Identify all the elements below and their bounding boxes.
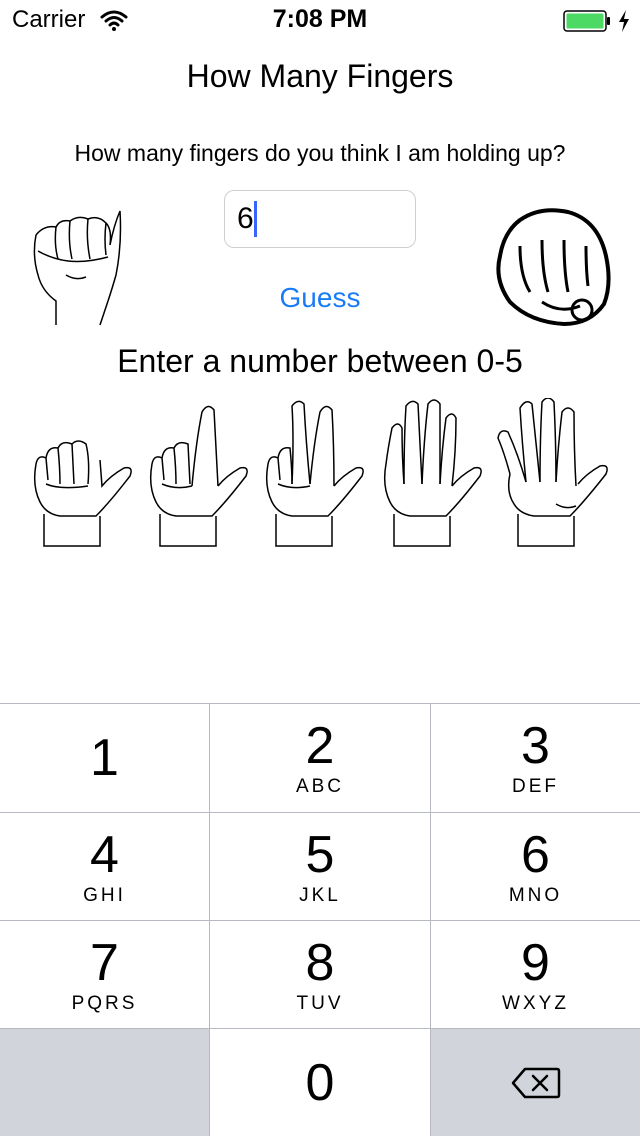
key-3[interactable]: 3 DEF <box>431 703 640 812</box>
charging-bolt-icon <box>617 9 631 33</box>
key-digit: 6 <box>521 826 550 884</box>
guess-button[interactable]: Guess <box>260 276 380 320</box>
question-label: How many fingers do you think I am holdi… <box>74 140 566 166</box>
raised-fist-icon <box>26 205 122 327</box>
key-digit: 3 <box>521 717 550 775</box>
number-keypad: 1 2 ABC 3 DEF 4 GHI 5 JKL 6 MNO 7 PQRS 8… <box>0 703 640 1136</box>
hand-two-fingers-icon <box>146 402 250 548</box>
key-9[interactable]: 9 WXYZ <box>431 920 640 1028</box>
key-letters: TUV <box>296 993 344 1014</box>
key-2[interactable]: 2 ABC <box>210 703 431 812</box>
key-digit: 4 <box>90 826 119 884</box>
key-1[interactable]: 1 <box>0 703 210 812</box>
key-digit: 5 <box>305 826 335 884</box>
page-title: How Many Fingers <box>186 58 454 94</box>
key-digit: 9 <box>521 934 550 992</box>
key-letters: DEF <box>512 776 559 797</box>
key-letters: JKL <box>299 885 341 906</box>
status-time: 7:08 PM <box>272 5 368 33</box>
hand-four-fingers-icon <box>380 398 484 548</box>
delete-key[interactable] <box>431 1028 640 1136</box>
key-6[interactable]: 6 MNO <box>431 812 640 920</box>
key-8[interactable]: 8 TUV <box>210 920 431 1028</box>
backspace-icon <box>511 1067 561 1104</box>
key-letters: GHI <box>83 885 126 906</box>
key-letters: MNO <box>508 885 563 906</box>
key-blank <box>0 1028 210 1136</box>
instruction-label: Enter a number between 0-5 <box>117 343 523 379</box>
guess-input[interactable] <box>224 190 416 248</box>
hand-one-finger-icon <box>30 430 134 548</box>
key-7[interactable]: 7 PQRS <box>0 920 210 1028</box>
key-digit: 0 <box>305 1054 335 1112</box>
key-letters: ABC <box>295 776 345 797</box>
key-digit: 2 <box>305 717 335 775</box>
hand-three-fingers-icon <box>262 398 366 548</box>
key-0[interactable]: 0 <box>210 1028 431 1136</box>
text-caret <box>254 201 257 237</box>
key-5[interactable]: 5 JKL <box>210 812 431 920</box>
key-letters: PQRS <box>71 993 138 1014</box>
hand-five-fingers-icon <box>496 398 612 548</box>
fist-icon <box>490 206 612 328</box>
key-digit: 1 <box>90 729 119 787</box>
battery-icon <box>563 10 611 32</box>
key-4[interactable]: 4 GHI <box>0 812 210 920</box>
status-bar: Carrier 7:08 PM <box>0 0 640 40</box>
key-letters: WXYZ <box>502 993 569 1014</box>
key-digit: 7 <box>90 934 119 992</box>
key-digit: 8 <box>305 934 335 992</box>
